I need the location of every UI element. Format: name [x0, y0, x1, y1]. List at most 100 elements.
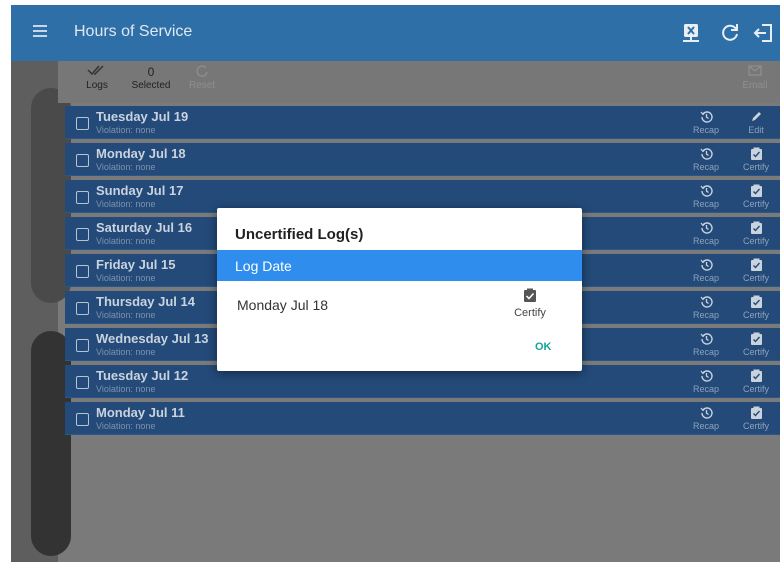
- recap-button[interactable]: Recap: [686, 367, 726, 394]
- log-date: Saturday Jul 16: [96, 220, 193, 235]
- certify-button[interactable]: Certify: [736, 256, 776, 283]
- email-button[interactable]: Email: [738, 64, 772, 91]
- history-icon: [686, 330, 726, 347]
- log-violation: Violation: none: [96, 236, 156, 246]
- log-checkbox[interactable]: [76, 191, 89, 204]
- certify-button[interactable]: Certify: [736, 145, 776, 172]
- reset-label: Reset: [188, 80, 216, 91]
- app-title: Hours of Service: [74, 23, 193, 40]
- log-date: Friday Jul 15: [96, 257, 176, 272]
- history-icon: [686, 293, 726, 310]
- log-checkbox[interactable]: [76, 339, 89, 352]
- clipboard-check-icon: [736, 219, 776, 236]
- log-date: Wednesday Jul 13: [96, 331, 209, 346]
- clipboard-check-icon: [736, 293, 776, 310]
- log-row[interactable]: Monday Jul 11 Violation: none Recap Certify: [65, 402, 780, 435]
- edit-button[interactable]: Edit: [736, 108, 776, 135]
- history-icon: [686, 108, 726, 125]
- action-label: Certify: [742, 421, 769, 431]
- log-date: Sunday Jul 17: [96, 183, 184, 198]
- clipboard-check-icon: [736, 182, 776, 199]
- log-violation: Violation: none: [96, 310, 156, 320]
- log-violation: Violation: none: [96, 273, 156, 283]
- clipboard-check-icon: [736, 256, 776, 273]
- action-label: Certify: [742, 310, 769, 320]
- double-check-icon: [80, 64, 114, 80]
- hamburger-menu-icon[interactable]: [33, 25, 47, 37]
- recap-label: Recap: [692, 310, 719, 320]
- certify-button[interactable]: Certify: [736, 404, 776, 431]
- logs-button[interactable]: Logs: [80, 64, 114, 91]
- log-checkbox[interactable]: [76, 413, 89, 426]
- left-panel: [11, 61, 71, 562]
- action-label: Certify: [742, 236, 769, 246]
- log-checkbox[interactable]: [76, 302, 89, 315]
- email-icon: [738, 64, 772, 80]
- refresh-icon[interactable]: [718, 21, 742, 45]
- recap-button[interactable]: Recap: [686, 256, 726, 283]
- certify-button[interactable]: Certify: [736, 330, 776, 357]
- log-row[interactable]: Tuesday Jul 19 Violation: none Recap Edit: [65, 106, 780, 139]
- recap-label: Recap: [692, 273, 719, 283]
- recap-button[interactable]: Recap: [686, 219, 726, 246]
- certify-button[interactable]: Certify: [736, 293, 776, 320]
- history-icon: [686, 219, 726, 236]
- clipboard-check-icon: [510, 286, 550, 304]
- log-date: Monday Jul 18: [96, 146, 186, 161]
- log-toolbar: Logs 0 Selected Reset Email: [58, 61, 780, 103]
- recap-button[interactable]: Recap: [686, 404, 726, 431]
- uncertified-log-date: Monday Jul 18: [237, 297, 329, 313]
- log-checkbox[interactable]: [76, 265, 89, 278]
- log-violation: Violation: none: [96, 162, 156, 172]
- logs-label: Logs: [86, 80, 108, 91]
- certify-button[interactable]: Certify: [736, 182, 776, 209]
- ok-button[interactable]: OK: [535, 341, 552, 353]
- certify-button[interactable]: Certify: [736, 367, 776, 394]
- action-label: Certify: [742, 199, 769, 209]
- transfer-data-icon[interactable]: [679, 21, 703, 45]
- history-icon: [686, 182, 726, 199]
- log-violation: Violation: none: [96, 347, 156, 357]
- recap-button[interactable]: Recap: [686, 108, 726, 135]
- recap-label: Recap: [692, 162, 719, 172]
- app-bar: Hours of Service: [11, 5, 780, 61]
- recap-button[interactable]: Recap: [686, 145, 726, 172]
- recap-button[interactable]: Recap: [686, 182, 726, 209]
- email-label: Email: [742, 80, 768, 91]
- logout-icon[interactable]: [752, 21, 776, 45]
- log-date: Monday Jul 11: [96, 405, 185, 420]
- recap-label: Recap: [692, 236, 719, 246]
- dialog-column-header: Log Date: [217, 250, 582, 281]
- dialog-certify-button[interactable]: Certify: [510, 286, 550, 319]
- selected-counter: 0 Selected: [124, 64, 178, 91]
- log-date: Tuesday Jul 12: [96, 368, 189, 383]
- history-icon: [686, 404, 726, 421]
- log-checkbox[interactable]: [76, 117, 89, 130]
- action-label: Edit: [748, 125, 764, 135]
- action-label: Certify: [742, 384, 769, 394]
- log-date-header: Log Date: [235, 258, 292, 274]
- recap-label: Recap: [692, 347, 719, 357]
- log-checkbox[interactable]: [76, 154, 89, 167]
- recap-button[interactable]: Recap: [686, 293, 726, 320]
- certify-button[interactable]: Certify: [736, 219, 776, 246]
- selected-label: Selected: [131, 80, 171, 91]
- history-icon: [686, 256, 726, 273]
- uncertified-logs-dialog: Uncertified Log(s) Log Date Monday Jul 1…: [217, 208, 582, 371]
- recap-button[interactable]: Recap: [686, 330, 726, 357]
- log-violation: Violation: none: [96, 384, 156, 394]
- log-date: Tuesday Jul 19: [96, 109, 189, 124]
- dialog-title: Uncertified Log(s): [235, 226, 364, 243]
- reset-button[interactable]: Reset: [185, 64, 219, 91]
- log-violation: Violation: none: [96, 125, 156, 135]
- pencil-icon: [736, 108, 776, 125]
- log-checkbox[interactable]: [76, 228, 89, 241]
- log-row[interactable]: Monday Jul 18 Violation: none Recap Certify: [65, 143, 780, 176]
- reset-icon: [185, 64, 219, 80]
- action-label: Certify: [742, 273, 769, 283]
- clipboard-check-icon: [736, 404, 776, 421]
- recap-label: Recap: [692, 421, 719, 431]
- clipboard-check-icon: [736, 145, 776, 162]
- log-checkbox[interactable]: [76, 376, 89, 389]
- log-violation: Violation: none: [96, 199, 156, 209]
